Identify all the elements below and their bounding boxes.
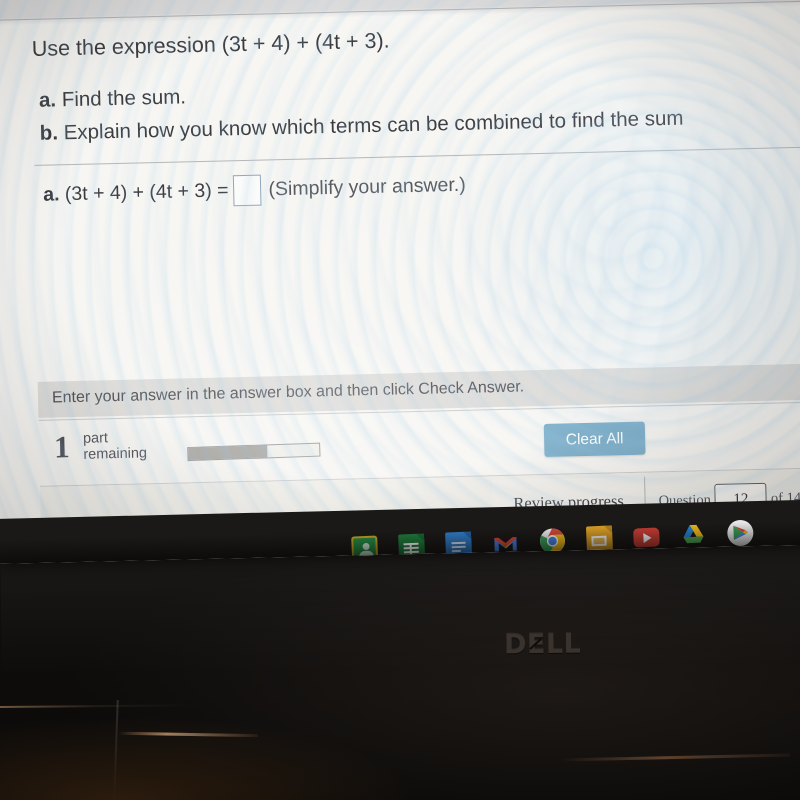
screen-surface: Use the expression (3t + 4) + (4t + 3). … [0,0,800,564]
part-a-text: Find the sum. [61,85,187,112]
dell-logo-ll: LL [545,628,582,660]
parts-remaining-count: 1 [53,429,71,465]
progress-bar-fill [188,445,268,461]
answer-expression: (3t + 4) + (4t + 3) = [64,179,229,206]
part-a-label: a. [38,88,57,112]
clear-all-button[interactable]: Clear All [543,421,646,457]
answer-part-label: a. [42,183,60,206]
question-part-a: a. Find the sum. [39,85,187,112]
parts-remaining-label: part remaining [83,430,147,462]
simplify-hint: (Simplify your answer.) [268,173,466,201]
dell-logo-d: D [503,629,528,661]
answer-input[interactable] [233,174,262,207]
laptop-photo: DELL Use the expression (3t + 4) + (4t +… [0,0,800,800]
dell-logo: DELL [504,629,582,661]
laptop-screen: Use the expression (3t + 4) + (4t + 3). … [0,0,800,564]
parts-remaining-line2: remaining [83,444,148,463]
part-b-label: b. [39,121,59,145]
dell-logo-e: E [526,628,547,661]
